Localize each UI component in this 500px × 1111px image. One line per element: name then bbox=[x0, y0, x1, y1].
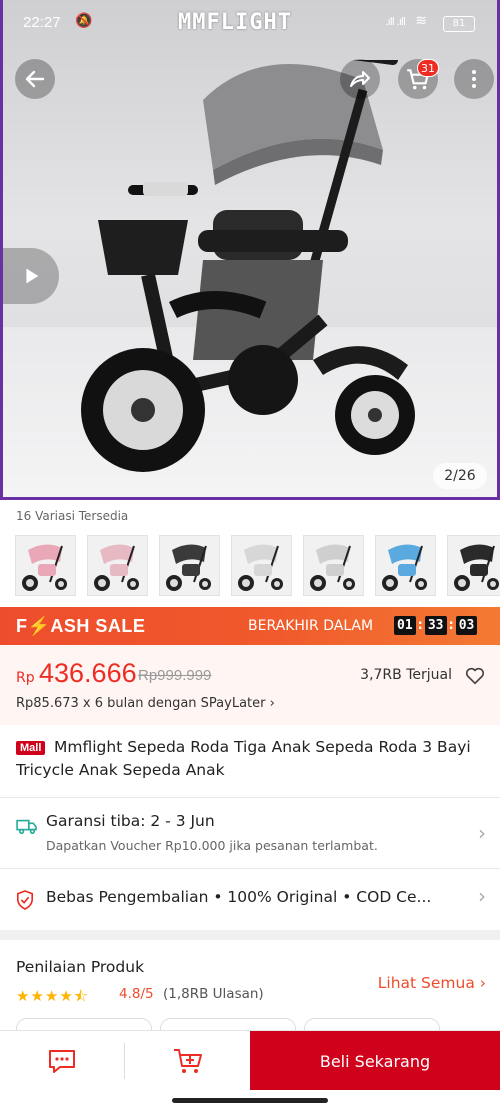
divider bbox=[0, 868, 500, 869]
signal-icon: .ıll .ıll bbox=[385, 15, 406, 28]
timer-minutes: 33 bbox=[424, 616, 447, 635]
price-section: Rp 436.666 Rp999.999 3,7RB Terjual Rp85.… bbox=[0, 645, 500, 725]
star-rating: ★★★★⯪ bbox=[16, 987, 89, 1005]
tricycle-thumbnail-image bbox=[160, 536, 219, 595]
favorite-button[interactable] bbox=[464, 665, 486, 691]
arrow-left-icon bbox=[25, 70, 45, 88]
guarantee-row[interactable]: Bebas Pengembalian • 100% Original • COD… bbox=[0, 872, 500, 926]
play-video-button[interactable] bbox=[3, 248, 59, 304]
timer-hours: 01 bbox=[394, 616, 416, 635]
play-icon bbox=[26, 268, 39, 284]
variations-title: 16 Variasi Tersedia bbox=[16, 509, 129, 523]
chat-icon bbox=[49, 1050, 75, 1073]
system-nav-bar bbox=[0, 1090, 500, 1111]
cart-count-badge: 31 bbox=[417, 59, 439, 77]
flash-sale-banner[interactable]: F⚡ASH SALE BERAKHIR DALAM 01 : 33 : 03 bbox=[0, 607, 500, 645]
add-to-cart-icon bbox=[173, 1049, 202, 1073]
status-bar: 22:27 🔕 MMFLIGHT .ıll .ıll ≋ 81 bbox=[3, 10, 497, 38]
current-price: 436.666 bbox=[39, 658, 137, 688]
review-filter-chips[interactable] bbox=[16, 1018, 500, 1030]
share-arrow-icon bbox=[350, 71, 370, 87]
variation-thumbnail[interactable] bbox=[15, 535, 76, 596]
truck-icon bbox=[16, 819, 37, 835]
chevron-right-icon: › bbox=[478, 884, 486, 908]
divider bbox=[0, 797, 500, 798]
more-vertical-icon bbox=[472, 70, 476, 88]
review-count: (1,8RB Ulasan) bbox=[163, 986, 264, 1002]
original-price: Rp999.999 bbox=[138, 667, 212, 684]
ends-in-label: BERAKHIR DALAM bbox=[248, 618, 374, 634]
more-options-button[interactable] bbox=[454, 59, 494, 99]
product-image-gallery[interactable]: 22:27 🔕 MMFLIGHT .ıll .ıll ≋ 81 31 2/26 bbox=[0, 0, 500, 500]
wifi-icon: ≋ bbox=[415, 13, 427, 29]
image-counter: 2/26 bbox=[433, 463, 487, 489]
shipping-title: Garansi tiba: 2 - 3 Jun bbox=[46, 812, 215, 830]
bottom-action-bar: Beli Sekarang bbox=[0, 1030, 500, 1091]
buy-now-button[interactable]: Beli Sekarang bbox=[250, 1031, 500, 1091]
clock-time: 22:27 bbox=[23, 14, 61, 31]
variation-thumbnails[interactable] bbox=[15, 535, 500, 599]
tricycle-thumbnail-image bbox=[88, 536, 147, 595]
brand-watermark: MMFLIGHT bbox=[178, 10, 292, 35]
price-currency: Rp bbox=[16, 670, 35, 686]
countdown-timer: 01 : 33 : 03 bbox=[394, 616, 478, 635]
rating-score: 4.8/5 bbox=[119, 986, 154, 1002]
flash-sale-label: F⚡ASH SALE bbox=[16, 616, 146, 636]
variations-section: 16 Variasi Tersedia bbox=[0, 505, 500, 603]
tricycle-thumbnail-image bbox=[232, 536, 291, 595]
section-divider bbox=[0, 930, 500, 940]
tricycle-thumbnail-image bbox=[304, 536, 363, 595]
variation-thumbnail[interactable] bbox=[303, 535, 364, 596]
guarantee-text: Bebas Pengembalian • 100% Original • COD… bbox=[46, 888, 432, 906]
chat-button[interactable] bbox=[0, 1031, 124, 1091]
tricycle-thumbnail-image bbox=[376, 536, 435, 595]
home-gesture-pill[interactable] bbox=[172, 1098, 328, 1103]
product-title-row: Mall Mmflight Sepeda Roda Tiga Anak Sepe… bbox=[0, 736, 500, 796]
shield-icon bbox=[16, 890, 34, 910]
shipping-subtitle: Dapatkan Voucher Rp10.000 jika pesanan t… bbox=[46, 838, 378, 853]
variation-thumbnail[interactable] bbox=[375, 535, 436, 596]
heart-icon bbox=[465, 667, 485, 685]
tricycle-image bbox=[81, 60, 415, 472]
lightning-icon: ⚡ bbox=[27, 616, 51, 636]
variation-thumbnail[interactable] bbox=[231, 535, 292, 596]
reviews-title: Penilaian Produk bbox=[16, 958, 145, 976]
product-title: Mmflight Sepeda Roda Tiga Anak Sepeda Ro… bbox=[16, 738, 471, 779]
installment-info[interactable]: Rp85.673 x 6 bulan dengan SPayLater › bbox=[16, 696, 275, 711]
see-all-reviews-link[interactable]: Lihat Semua › bbox=[378, 974, 486, 992]
reviews-section: Penilaian Produk ★★★★⯪ 4.8/5 (1,8RB Ulas… bbox=[0, 946, 500, 1021]
tricycle-thumbnail-image bbox=[448, 536, 500, 595]
chevron-right-icon: › bbox=[479, 974, 486, 992]
add-to-cart-button[interactable] bbox=[125, 1031, 250, 1091]
back-button[interactable] bbox=[15, 59, 55, 99]
battery-icon: 81 bbox=[443, 16, 475, 32]
share-button[interactable] bbox=[340, 59, 380, 99]
timer-seconds: 03 bbox=[455, 616, 478, 635]
shipping-guarantee-row[interactable]: Garansi tiba: 2 - 3 Jun Dapatkan Voucher… bbox=[0, 801, 500, 866]
tricycle-thumbnail-image bbox=[16, 536, 75, 595]
muted-bell-icon: 🔕 bbox=[75, 13, 93, 29]
variation-thumbnail[interactable] bbox=[159, 535, 220, 596]
variation-thumbnail[interactable] bbox=[87, 535, 148, 596]
sold-count: 3,7RB Terjual bbox=[360, 667, 452, 683]
variation-thumbnail[interactable] bbox=[447, 535, 500, 596]
chevron-right-icon: › bbox=[478, 821, 486, 845]
